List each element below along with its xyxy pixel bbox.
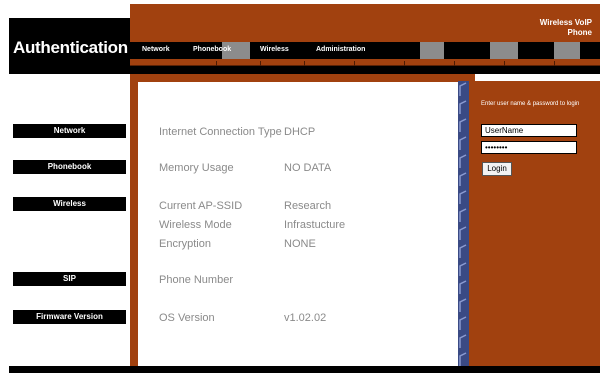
status-value: Infrastucture xyxy=(284,219,346,231)
header-bottom-strip xyxy=(9,66,600,74)
top-nav: Network Phonebook Wireless Administratio… xyxy=(130,42,600,59)
status-label: Phone Number xyxy=(159,274,233,286)
header: Wireless VoIP Phone Authentication Netwo… xyxy=(9,4,600,74)
chevron-icon xyxy=(459,154,467,168)
status-value: v1.02.02 xyxy=(284,312,327,324)
status-value: NONE xyxy=(284,238,316,250)
page-title: Authentication xyxy=(13,38,128,57)
chevron-icon xyxy=(459,82,467,96)
sidebar-item-wireless[interactable]: Wireless xyxy=(13,197,126,211)
chevron-icon xyxy=(459,172,467,186)
status-value: Research xyxy=(284,200,332,212)
nav-underband xyxy=(130,59,600,66)
tab-decoration xyxy=(490,42,518,59)
tab-decoration xyxy=(420,42,444,59)
chevron-icon xyxy=(459,316,467,330)
chevron-stripe-icon xyxy=(458,81,469,366)
sidebar-item-network[interactable]: Network xyxy=(13,124,126,138)
status-label: Encryption xyxy=(159,238,211,250)
tab-network[interactable]: Network xyxy=(142,46,170,53)
footer-strip xyxy=(9,366,600,373)
chevron-icon xyxy=(459,352,467,366)
tab-decoration xyxy=(554,42,580,59)
sidebar-item-firmware-version[interactable]: Firmware Version xyxy=(13,310,126,324)
sidebar: Network Phonebook Wireless SIP Firmware … xyxy=(9,74,130,366)
product-name: Wireless VoIP Phone xyxy=(539,18,592,37)
chevron-icon xyxy=(459,262,467,276)
tab-administration[interactable]: Administration xyxy=(316,46,365,53)
status-label: Memory Usage xyxy=(159,162,234,174)
status-panel: Internet Connection Type DHCP Memory Usa… xyxy=(138,82,468,366)
chevron-icon xyxy=(459,226,467,240)
sidebar-item-sip[interactable]: SIP xyxy=(13,272,126,286)
tab-wireless[interactable]: Wireless xyxy=(260,46,289,53)
login-prompt: Enter user name & password to login xyxy=(481,101,580,107)
status-label: OS Version xyxy=(159,312,215,324)
tab-phonebook[interactable]: Phonebook xyxy=(193,46,231,53)
chevron-icon xyxy=(459,100,467,114)
chevron-icon xyxy=(459,244,467,258)
page-frame: Wireless VoIP Phone Authentication Netwo… xyxy=(9,4,600,373)
main-panel-border: Internet Connection Type DHCP Memory Usa… xyxy=(130,74,475,366)
chevron-icon xyxy=(459,280,467,294)
password-input[interactable] xyxy=(481,141,577,154)
chevron-icon xyxy=(459,136,467,150)
chevron-icon xyxy=(459,334,467,348)
sidebar-item-phonebook[interactable]: Phonebook xyxy=(13,160,126,174)
status-value: DHCP xyxy=(284,126,316,138)
login-button[interactable]: Login xyxy=(482,162,512,176)
login-panel: Enter user name & password to login Logi… xyxy=(469,81,600,366)
status-label: Current AP-SSID xyxy=(159,200,243,212)
username-input[interactable] xyxy=(481,124,577,137)
chevron-icon xyxy=(459,118,467,132)
status-label: Internet Connection Type xyxy=(159,126,282,138)
status-label: Wireless Mode xyxy=(159,219,232,231)
chevron-icon xyxy=(459,298,467,312)
chevron-icon xyxy=(459,190,467,204)
chevron-icon xyxy=(459,208,467,222)
status-value: NO DATA xyxy=(284,162,332,174)
